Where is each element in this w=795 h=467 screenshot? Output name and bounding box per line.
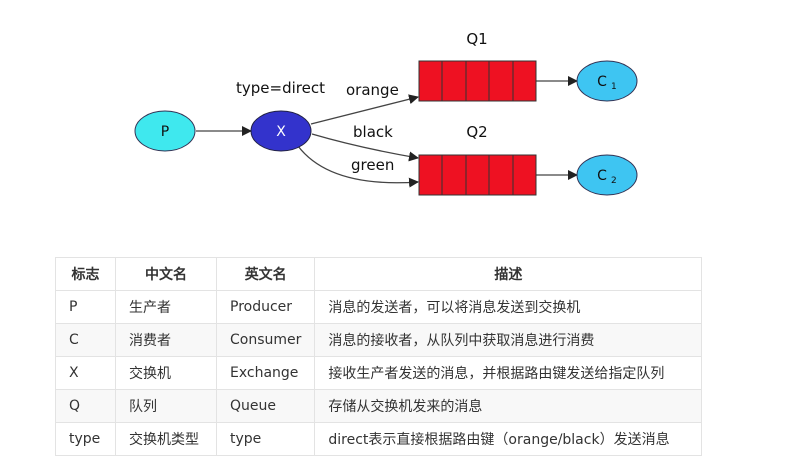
exchange-type-label: type=direct bbox=[236, 79, 325, 97]
cell-english-name: Queue bbox=[215, 389, 316, 423]
cell-description: 存储从交换机发来的消息 bbox=[314, 389, 703, 423]
queue-q2 bbox=[418, 154, 537, 196]
table-row: type 交换机类型 type direct表示直接根据路由键（orange/b… bbox=[55, 422, 703, 456]
cell-description: 消息的发送者，可以将消息发送到交换机 bbox=[314, 290, 703, 324]
queue-q1 bbox=[418, 60, 537, 102]
cell-chinese-name: 消费者 bbox=[115, 323, 217, 357]
cell-symbol: Q bbox=[55, 389, 116, 423]
binding-green-label: green bbox=[351, 156, 394, 174]
exchange-label: X bbox=[276, 124, 286, 140]
cell-symbol: X bbox=[55, 356, 116, 390]
consumer-c1-subscript: 1 bbox=[611, 82, 617, 92]
cell-symbol: type bbox=[55, 422, 116, 456]
legend-table: 标志 中文名 英文名 描述 P 生产者 Producer 消息的发送者，可以将消… bbox=[55, 257, 703, 456]
header-symbol: 标志 bbox=[55, 257, 116, 291]
cell-description: direct表示直接根据路由键（orange/black）发送消息 bbox=[314, 422, 703, 456]
cell-english-name: Consumer bbox=[215, 323, 316, 357]
table-row: Q 队列 Queue 存储从交换机发来的消息 bbox=[55, 389, 703, 423]
producer-label: P bbox=[161, 124, 169, 140]
cell-symbol: P bbox=[55, 290, 116, 324]
cell-chinese-name: 生产者 bbox=[115, 290, 217, 324]
header-english-name: 英文名 bbox=[215, 257, 316, 291]
consumer-c1-label: C bbox=[597, 74, 607, 90]
routing-diagram: P X type=direct orange black green Q1 Q2… bbox=[134, 30, 638, 196]
cell-english-name: type bbox=[215, 422, 316, 456]
consumer-c2-label: C bbox=[597, 168, 607, 184]
header-description: 描述 bbox=[314, 257, 703, 291]
table-header-row: 标志 中文名 英文名 描述 bbox=[55, 257, 703, 291]
cell-chinese-name: 交换机类型 bbox=[115, 422, 217, 456]
consumer-c2-node bbox=[576, 154, 638, 196]
table-row: P 生产者 Producer 消息的发送者，可以将消息发送到交换机 bbox=[55, 290, 703, 324]
consumer-c2-subscript: 2 bbox=[611, 176, 617, 186]
cell-description: 消息的接收者，从队列中获取消息进行消费 bbox=[314, 323, 703, 357]
binding-black-label: black bbox=[353, 123, 393, 141]
cell-description: 接收生产者发送的消息，并根据路由键发送给指定队列 bbox=[314, 356, 703, 390]
cell-symbol: C bbox=[55, 323, 116, 357]
cell-chinese-name: 队列 bbox=[115, 389, 217, 423]
queue-q2-label: Q2 bbox=[466, 123, 487, 141]
queue-q1-label: Q1 bbox=[466, 30, 487, 48]
cell-english-name: Exchange bbox=[215, 356, 316, 390]
consumer-c1-node bbox=[576, 60, 638, 102]
table-row: X 交换机 Exchange 接收生产者发送的消息，并根据路由键发送给指定队列 bbox=[55, 356, 703, 390]
edge-x-to-q1 bbox=[310, 94, 419, 125]
cell-chinese-name: 交换机 bbox=[115, 356, 217, 390]
table-row: C 消费者 Consumer 消息的接收者，从队列中获取消息进行消费 bbox=[55, 323, 703, 357]
binding-orange-label: orange bbox=[346, 81, 399, 99]
header-chinese-name: 中文名 bbox=[115, 257, 217, 291]
cell-english-name: Producer bbox=[215, 290, 316, 324]
